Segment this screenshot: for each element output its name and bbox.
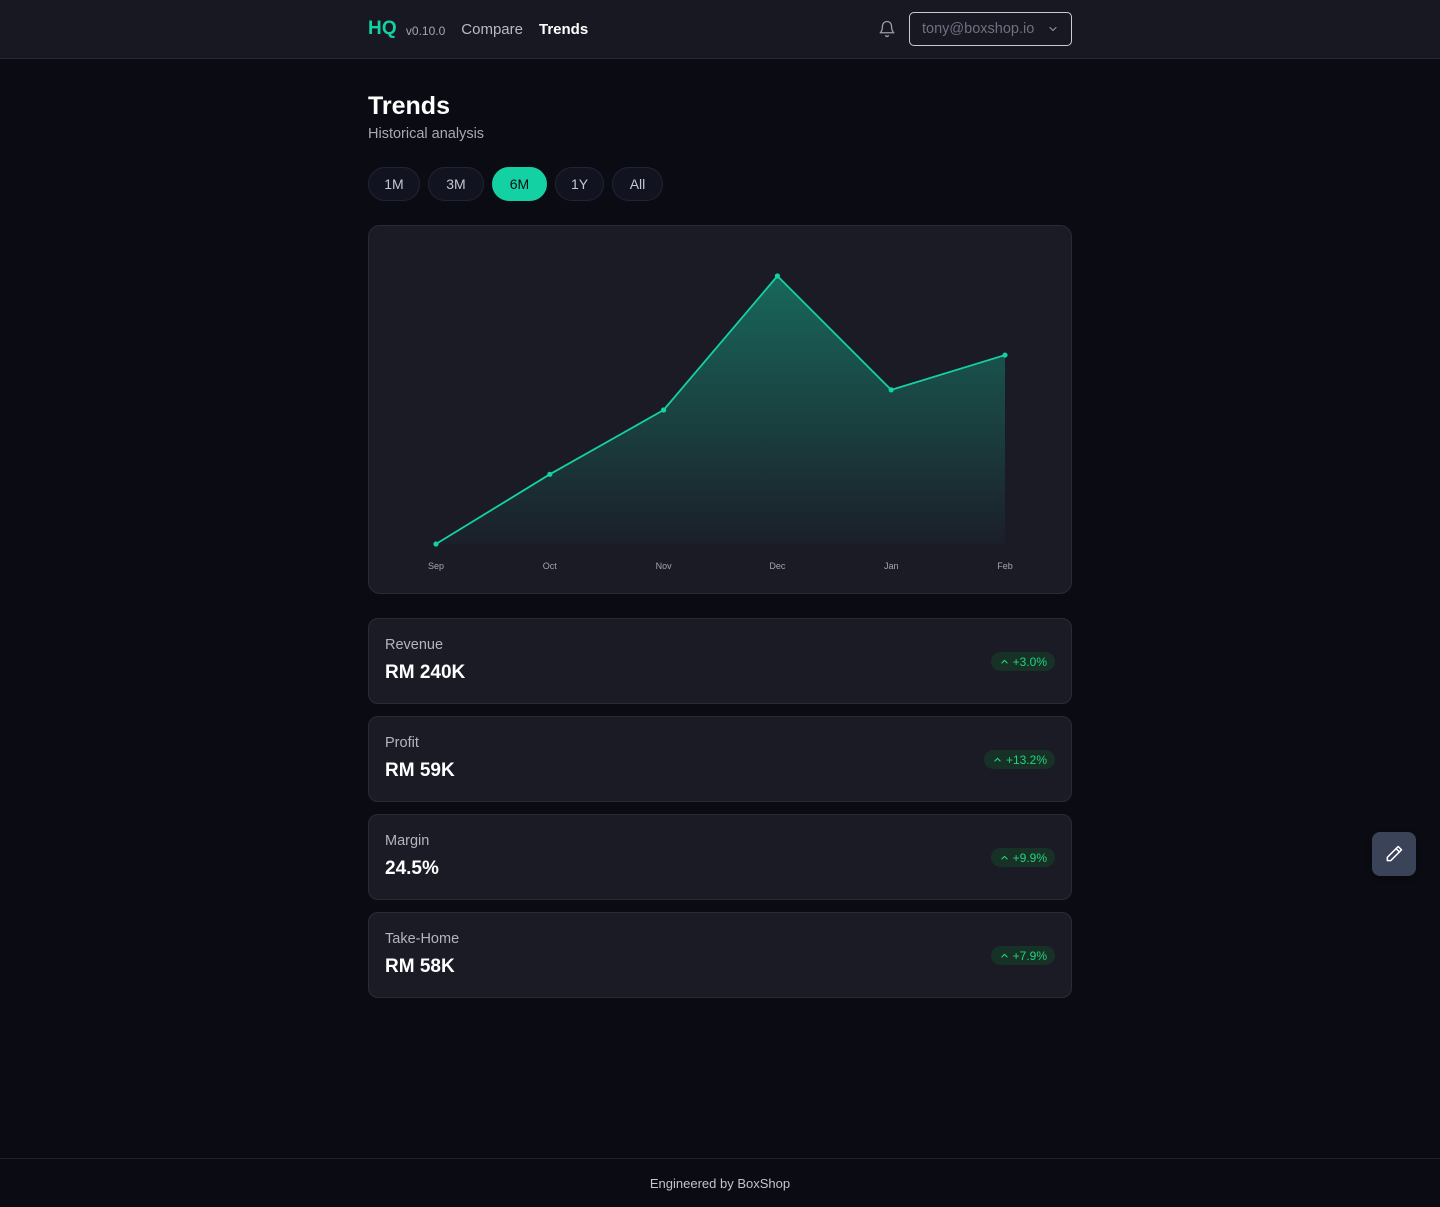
data-point-dec xyxy=(774,273,780,279)
change-value: +13.2% xyxy=(1005,752,1047,767)
arrow-up-icon xyxy=(1000,659,1008,664)
change-value: +3.0% xyxy=(1012,654,1047,669)
x-tick-label-jan: Jan xyxy=(884,561,899,571)
footer: Engineered by BoxShop xyxy=(0,1158,1440,1207)
data-point-nov xyxy=(661,407,667,413)
top-bar-content: HQ v0.10.0 Compare Trends tony@boxshop.i… xyxy=(368,0,1072,58)
x-tick-label-nov: Nov xyxy=(656,561,673,571)
trend-chart-card: Sep Oct Nov Dec Jan Feb xyxy=(368,225,1072,594)
trend-chart: Sep Oct Nov Dec Jan Feb xyxy=(428,273,1013,571)
metric-value: 24.5% xyxy=(385,858,439,879)
chevron-down-icon xyxy=(1049,26,1057,32)
metric-card-revenue: Revenue RM 240K +3.0% xyxy=(368,618,1072,704)
range-1m-button[interactable]: 1M xyxy=(368,167,420,201)
change-badge: +13.2% xyxy=(983,750,1055,769)
page-title: Trends xyxy=(368,92,450,120)
bell-icon[interactable] xyxy=(878,20,896,38)
data-point-sep xyxy=(433,541,439,547)
metric-label: Profit xyxy=(385,735,419,751)
x-tick-label-sep: Sep xyxy=(428,561,444,571)
metric-value: RM 240K xyxy=(385,662,466,683)
top-bar: HQ v0.10.0 Compare Trends tony@boxshop.i… xyxy=(0,0,1440,59)
metric-value: RM 59K xyxy=(385,760,455,781)
series-area xyxy=(436,276,1005,544)
range-selector: 1M 3M 6M 1Y All xyxy=(368,167,671,201)
pencil-icon xyxy=(1386,845,1403,862)
x-tick-label-oct: Oct xyxy=(543,561,558,571)
metric-label: Take-Home xyxy=(385,931,460,947)
metric-label: Margin xyxy=(385,833,430,849)
footer-credit: Engineered by BoxShop xyxy=(649,1175,791,1191)
range-3m-button[interactable]: 3M xyxy=(428,167,484,201)
change-badge: +9.9% xyxy=(990,848,1055,867)
metric-label: Revenue xyxy=(385,637,444,653)
data-point-oct xyxy=(547,471,553,477)
arrow-up-icon xyxy=(994,757,1001,762)
app-version: v0.10.0 xyxy=(405,24,446,38)
data-point-jan xyxy=(888,387,894,393)
change-value: +9.9% xyxy=(1012,850,1047,865)
change-badge: +7.9% xyxy=(990,946,1055,965)
metric-card-margin: Margin 24.5% +9.9% xyxy=(368,814,1072,900)
page-header: Trends Historical analysis xyxy=(368,92,484,142)
app-logo[interactable]: HQ xyxy=(368,18,397,40)
metric-value: RM 58K xyxy=(385,956,455,977)
edit-button[interactable] xyxy=(1372,832,1416,876)
change-value: +7.9% xyxy=(1012,948,1047,963)
range-1y-button[interactable]: 1Y xyxy=(555,167,604,201)
range-all-button[interactable]: All xyxy=(612,167,663,201)
metric-card-profit: Profit RM 59K +13.2% xyxy=(368,716,1072,802)
x-tick-label-feb: Feb xyxy=(997,561,1013,571)
account-email: tony@boxshop.io xyxy=(922,21,1035,37)
change-badge: +3.0% xyxy=(990,652,1055,671)
data-point-feb xyxy=(1002,352,1008,358)
x-tick-label-dec: Dec xyxy=(769,561,786,571)
metric-card-take-home: Take-Home RM 58K +7.9% xyxy=(368,912,1072,998)
page-subtitle: Historical analysis xyxy=(368,126,485,142)
arrow-up-icon xyxy=(1000,953,1008,958)
arrow-up-icon xyxy=(1000,855,1008,860)
range-6m-button[interactable]: 6M xyxy=(492,167,547,201)
nav-trends[interactable]: Trends xyxy=(539,21,588,38)
nav-compare[interactable]: Compare xyxy=(461,21,523,38)
account-dropdown[interactable]: tony@boxshop.io xyxy=(909,12,1072,46)
